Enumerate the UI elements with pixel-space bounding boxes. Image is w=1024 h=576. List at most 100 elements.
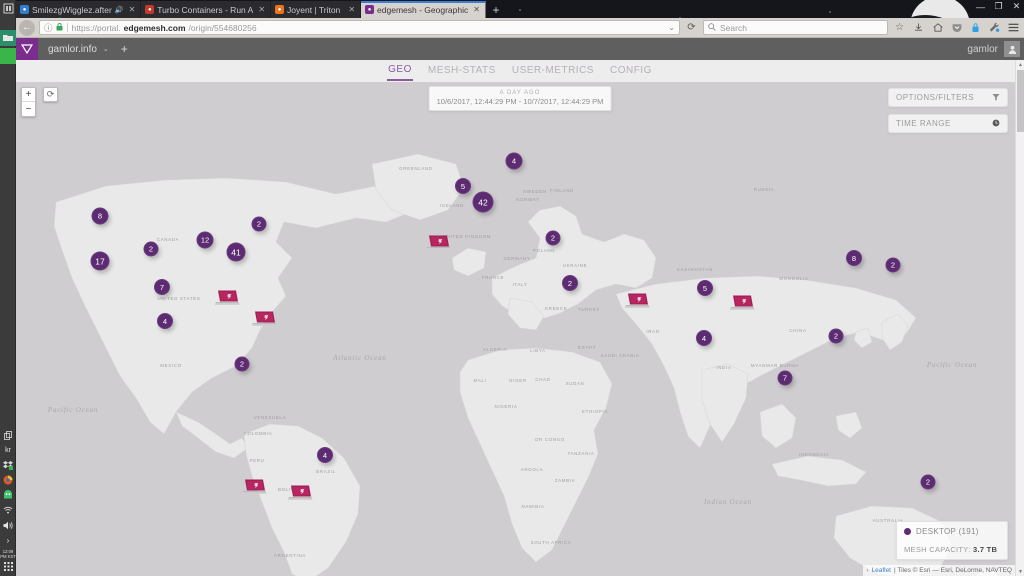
main-navigation-tabs[interactable]: GEO MESH-STATS USER-METRICS CONFIG: [16, 60, 1024, 82]
add-site-button[interactable]: +: [121, 42, 128, 56]
time-range-panel[interactable]: TIME RANGE: [888, 114, 1008, 133]
map-cluster-marker[interactable]: 5: [455, 178, 471, 194]
map-laptop-marker[interactable]: [425, 235, 451, 256]
url-bar[interactable]: ⓘ https://portal. edgemesh.com/origin/554…: [39, 20, 680, 35]
dropbox-icon[interactable]: [0, 458, 16, 473]
map-cluster-marker[interactable]: 4: [696, 330, 712, 346]
reload-button[interactable]: ⟳: [684, 20, 699, 35]
back-button[interactable]: ←: [19, 19, 35, 36]
map-laptop-marker[interactable]: [241, 479, 267, 500]
close-button[interactable]: ✕: [1011, 1, 1022, 12]
map-laptop-marker[interactable]: [287, 485, 313, 506]
tab-close-icon[interactable]: ✕: [256, 5, 265, 14]
map-cluster-marker[interactable]: 4: [157, 313, 173, 329]
search-input[interactable]: Search: [703, 20, 888, 35]
system-tray[interactable]: kr › 12:09 PM KST: [0, 428, 16, 575]
map-cluster-marker[interactable]: 8: [91, 207, 109, 225]
page-info-icon[interactable]: ⓘ: [44, 22, 53, 34]
options-filters-panel[interactable]: OPTIONS/FILTERS: [888, 88, 1008, 107]
map-cluster-marker[interactable]: 17: [90, 251, 110, 271]
map-attribution[interactable]: ‹ Leaflet | Tiles © Esri — Esri, DeLorme…: [863, 565, 1024, 576]
map-control-panels[interactable]: OPTIONS/FILTERS TIME RANGE: [888, 88, 1008, 140]
system-clock[interactable]: 12:09 PM KST: [0, 548, 16, 560]
tab-config[interactable]: CONFIG: [609, 62, 653, 80]
wifi-icon[interactable]: [0, 503, 16, 518]
tab-user-metrics[interactable]: USER-METRICS: [511, 62, 595, 80]
chevron-right-icon[interactable]: ›: [0, 533, 16, 548]
attribution-collapse-icon[interactable]: ‹: [866, 568, 868, 574]
leaflet-link[interactable]: Leaflet: [871, 567, 891, 574]
map-cluster-marker[interactable]: 2: [234, 356, 250, 372]
edgemesh-logo-icon[interactable]: [16, 38, 38, 60]
map-cluster-marker[interactable]: 2: [545, 230, 561, 246]
scroll-up-arrow[interactable]: ▲: [1016, 60, 1024, 69]
site-name[interactable]: gamlor.info: [38, 44, 103, 55]
ghost-icon[interactable]: [0, 488, 16, 503]
tab-close-icon[interactable]: ✕: [471, 5, 480, 14]
home-icon[interactable]: [930, 20, 945, 35]
map-cluster-marker[interactable]: 2: [251, 216, 267, 232]
dock-item-terminal[interactable]: [0, 48, 16, 64]
map-cluster-marker[interactable]: 4: [505, 152, 523, 170]
map-laptop-marker[interactable]: [214, 290, 240, 311]
download-icon[interactable]: [911, 20, 926, 35]
grid-icon[interactable]: [0, 559, 16, 574]
map-cluster-marker[interactable]: 2: [828, 328, 844, 344]
avatar[interactable]: [1004, 41, 1020, 57]
chevron-down-icon[interactable]: ⌄: [103, 45, 109, 53]
map-laptop-marker[interactable]: [624, 293, 650, 314]
keyboard-layout-indicator[interactable]: kr: [0, 443, 16, 458]
map-zoom-controls[interactable]: + −: [21, 87, 36, 117]
user-name[interactable]: gamlor: [967, 44, 998, 55]
geo-map[interactable]: CANADA UNITED STATES MEXICO VENEZUELA COLOMB…: [16, 82, 1024, 576]
map-cluster-marker[interactable]: 2: [143, 241, 159, 257]
tab-close-icon[interactable]: ✕: [127, 5, 136, 14]
browser-navbar[interactable]: ← ⓘ https://portal. edgemesh.com/origin/5…: [16, 18, 1024, 38]
zoom-in-button[interactable]: +: [22, 88, 35, 102]
browser-tab-2[interactable]: ● Joyent | Triton ✕: [271, 1, 362, 18]
map-cluster-marker[interactable]: 5: [697, 280, 713, 296]
map-cluster-marker[interactable]: 4: [317, 447, 333, 463]
maximize-button[interactable]: ❐: [993, 1, 1004, 12]
scrollbar-thumb[interactable]: [1017, 70, 1024, 132]
map-laptop-marker[interactable]: [251, 311, 277, 332]
volume-icon[interactable]: [0, 518, 16, 533]
browser-tab-0[interactable]: ● SmilezgWigglez.after 🔊 ✕: [16, 1, 142, 18]
flag-icon: ●: [145, 5, 155, 14]
menu-icon[interactable]: [1006, 20, 1021, 35]
map-cluster-marker[interactable]: 2: [885, 257, 901, 273]
map-cluster-marker[interactable]: 12: [196, 231, 214, 249]
map-cluster-marker[interactable]: 2: [920, 474, 936, 490]
map-cluster-marker[interactable]: 41: [226, 242, 246, 262]
tab-geo[interactable]: GEO: [387, 61, 413, 81]
browser-tabstrip[interactable]: ● SmilezgWigglez.after 🔊 ✕ ● Turbo Containers…: [16, 0, 1024, 18]
tab-mesh-stats[interactable]: MESH-STATS: [427, 62, 497, 80]
window-controls[interactable]: — ❐ ✕: [975, 1, 1022, 12]
pocket-icon[interactable]: [949, 20, 964, 35]
devtools-icon[interactable]: [987, 20, 1002, 35]
map-refresh-button[interactable]: ⟳: [43, 87, 58, 102]
map-cluster-marker[interactable]: 8: [846, 250, 862, 266]
page-scrollbar[interactable]: ▲ ▼: [1015, 60, 1024, 576]
map-cluster-marker[interactable]: 7: [154, 279, 170, 295]
scroll-down-arrow[interactable]: ▼: [1016, 567, 1024, 576]
map-cluster-marker[interactable]: 7: [777, 370, 793, 386]
map-cluster-marker[interactable]: 2: [562, 275, 578, 291]
dock-item-files[interactable]: [0, 30, 16, 46]
copy-icon[interactable]: [0, 428, 16, 443]
map-laptop-marker[interactable]: [729, 295, 755, 316]
tab-close-icon[interactable]: ✕: [346, 5, 355, 14]
new-tab-button[interactable]: +: [486, 1, 506, 18]
map-cluster-marker[interactable]: 42: [472, 191, 494, 213]
url-dropdown-caret[interactable]: ⌄: [668, 23, 675, 32]
browser-tab-3[interactable]: ● edgemesh - Geographic ✕: [361, 1, 486, 18]
minimize-button[interactable]: —: [975, 2, 986, 12]
sync-icon[interactable]: [968, 20, 983, 35]
star-icon[interactable]: ☆: [892, 20, 907, 35]
system-dock[interactable]: kr › 12:09 PM KST: [0, 0, 16, 576]
dock-item-menu[interactable]: [0, 0, 16, 16]
firefox-icon[interactable]: [0, 473, 16, 488]
browser-tab-1[interactable]: ● Turbo Containers - Run A ✕: [141, 1, 272, 18]
tab-sound-icon[interactable]: 🔊: [115, 6, 124, 14]
zoom-out-button[interactable]: −: [22, 102, 35, 116]
